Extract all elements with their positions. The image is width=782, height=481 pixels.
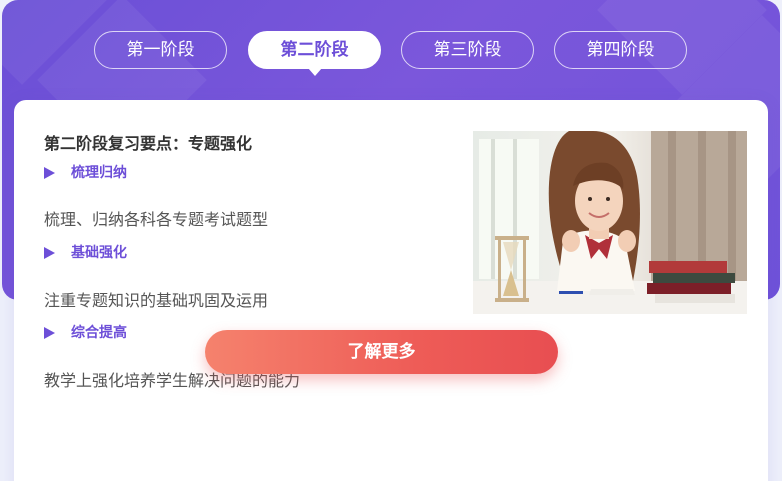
stage-page: 第一阶段 第二阶段 第三阶段 第四阶段 第二阶段复习要点：专题强化 梳理归纳 梳… [0,0,782,481]
tab-label: 第一阶段 [126,40,195,60]
section-heading: 第二阶段复习要点：专题强化 [44,134,253,153]
play-arrow-icon [44,327,55,339]
tab-stage-3[interactable]: 第三阶段 [401,31,534,69]
tab-stage-4[interactable]: 第四阶段 [554,31,687,69]
tab-label: 第二阶段 [280,40,349,60]
point-title: 梳理归纳 [71,165,127,181]
tab-label: 第四阶段 [586,40,655,60]
student-photo [473,131,747,314]
student-photo-icon [473,131,747,314]
point-title: 综合提高 [71,325,127,341]
tab-label: 第三阶段 [433,40,502,60]
play-arrow-icon [44,167,55,179]
stage-tabs: 第一阶段 第二阶段 第三阶段 第四阶段 [0,31,782,76]
tab-stage-2[interactable]: 第二阶段 [248,31,381,76]
point-description: 梳理、归纳各科各专题考试题型 [44,210,269,229]
point-description: 注重专题知识的基础巩固及运用 [44,291,269,310]
learn-more-button[interactable]: 了解更多 [205,330,558,374]
point-title: 基础强化 [71,245,127,261]
active-tab-pointer [307,68,322,76]
play-arrow-icon [44,247,55,259]
content-card: 第二阶段复习要点：专题强化 梳理归纳 梳理、归纳各科各专题考试题型 基础强化 注… [14,100,768,481]
tab-stage-1[interactable]: 第一阶段 [94,31,227,69]
